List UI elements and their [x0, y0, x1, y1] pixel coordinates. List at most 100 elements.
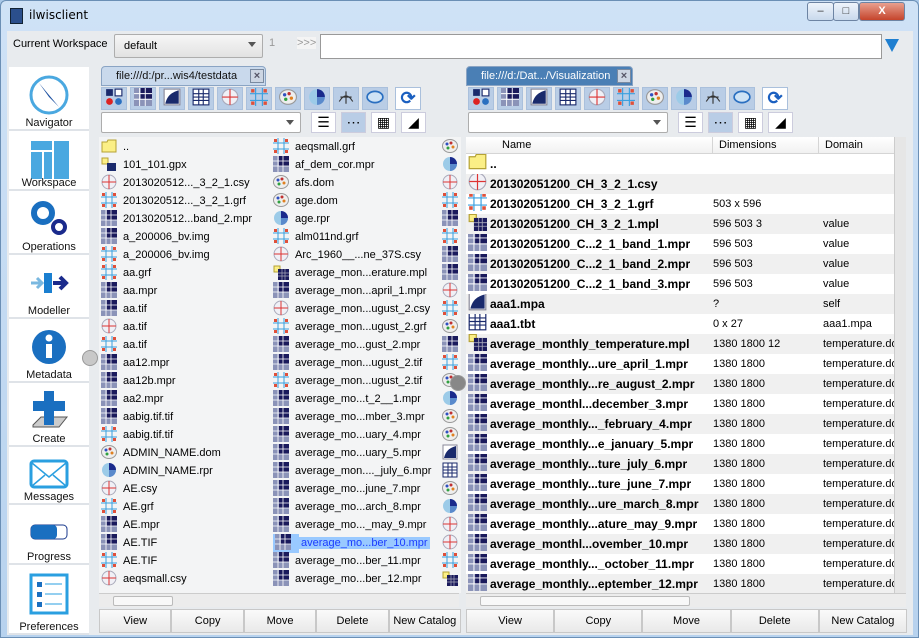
- filter-representation-button[interactable]: [304, 87, 330, 110]
- maximize-button[interactable]: □: [833, 2, 859, 21]
- filter-table-button[interactable]: [188, 87, 214, 110]
- list-item[interactable]: [442, 191, 461, 210]
- list-item[interactable]: AE.grf: [101, 497, 154, 516]
- copy-button[interactable]: Copy: [171, 609, 244, 633]
- filter-projection-button[interactable]: [700, 87, 726, 110]
- list-item[interactable]: ADMIN_NAME.dom: [101, 444, 221, 462]
- command-history-dropdown-icon[interactable]: [885, 39, 899, 52]
- move-button[interactable]: Move: [642, 609, 731, 633]
- table-row[interactable]: average_monthly...e_january_5.mpr 1380 1…: [466, 434, 894, 454]
- filter-raster-button[interactable]: [130, 87, 156, 110]
- table-row[interactable]: 201302051200_CH_3_2_1.mpl 596 503 3 valu…: [466, 214, 894, 234]
- list-item[interactable]: average_mon...._july_6.mpr: [273, 461, 431, 480]
- sidebar-item-operations[interactable]: Operations: [9, 191, 89, 255]
- sidebar-splitter-handle[interactable]: [82, 350, 98, 366]
- list-item[interactable]: aa.tif: [101, 318, 147, 336]
- catalog-filter-select[interactable]: [101, 112, 301, 133]
- list-item[interactable]: [442, 426, 461, 444]
- list-item[interactable]: AE.TIF: [101, 551, 157, 570]
- thumbnail-button[interactable]: ◢: [401, 112, 426, 133]
- thumbnail-button[interactable]: ◢: [768, 112, 793, 133]
- new-catalog-button[interactable]: New Catalog: [818, 609, 908, 633]
- list-item[interactable]: [442, 516, 461, 534]
- filter-feature-button[interactable]: [526, 87, 552, 110]
- table-row[interactable]: aaa1.tbt 0 x 27 aaa1.mpa: [466, 314, 894, 334]
- list-item[interactable]: AE.csy: [101, 480, 157, 498]
- table-row[interactable]: average_monthly_temperature.mpl 1380 180…: [466, 334, 894, 354]
- list-item[interactable]: age.rpr: [273, 210, 330, 228]
- filter-georeference-button[interactable]: [246, 87, 272, 110]
- delete-button[interactable]: Delete: [316, 609, 389, 633]
- sidebar-item-metadata[interactable]: Metadata: [9, 319, 89, 383]
- list-item[interactable]: alm011nd.grf: [273, 227, 358, 246]
- list-item[interactable]: [442, 480, 461, 498]
- list-item[interactable]: [442, 570, 461, 588]
- list-item[interactable]: average_mo...ber_10.mpr: [273, 533, 430, 553]
- list-item[interactable]: Arc_1960__...ne_37S.csy: [273, 246, 421, 264]
- table-row[interactable]: average_monthly...re_august_2.mpr 1380 1…: [466, 374, 894, 394]
- list-item[interactable]: [442, 318, 461, 336]
- catalog-filter-select[interactable]: [468, 112, 668, 133]
- sidebar-item-workspace[interactable]: Workspace: [9, 131, 89, 191]
- list-item[interactable]: AE.mpr: [101, 515, 160, 534]
- list-item[interactable]: a_200006_bv.img: [101, 227, 210, 246]
- list-item[interactable]: [442, 444, 461, 462]
- icon-view-button[interactable]: ⋯: [341, 112, 366, 133]
- filter-domain-button[interactable]: [642, 87, 668, 110]
- sidebar-item-modeller[interactable]: Modeller: [9, 255, 89, 319]
- table-row[interactable]: 201302051200_C...2_1_band_1.mpr 596 503 …: [466, 234, 894, 254]
- filter-representation-button[interactable]: [671, 87, 697, 110]
- filter-all-objects-button[interactable]: [101, 87, 127, 110]
- list-item[interactable]: [442, 299, 461, 318]
- table-row[interactable]: average_monthly...ure_march_8.mpr 1380 1…: [466, 494, 894, 514]
- list-item[interactable]: aa12.mpr: [101, 353, 169, 372]
- list-item[interactable]: average_mo...uary_5.mpr: [273, 443, 421, 462]
- table-row[interactable]: average_monthly..._october_11.mpr 1380 1…: [466, 554, 894, 574]
- list-item[interactable]: 2013020512...band_2.mpr: [101, 209, 252, 228]
- refresh-button[interactable]: ⟳: [762, 87, 788, 110]
- filter-ellipsoid-button[interactable]: [362, 87, 388, 110]
- list-item[interactable]: aabig.tif.tif: [101, 407, 173, 426]
- list-item[interactable]: [442, 282, 461, 300]
- list-item[interactable]: aa.tif: [101, 335, 147, 354]
- filter-coordinate-system-button[interactable]: [217, 87, 243, 110]
- list-item[interactable]: aa.tif: [101, 299, 147, 318]
- sidebar-item-create[interactable]: Create: [9, 383, 89, 447]
- list-item[interactable]: [442, 263, 461, 282]
- list-item[interactable]: [442, 353, 461, 372]
- catalog-tab[interactable]: file:///d:/Dat.../Visualization ×: [466, 66, 633, 86]
- list-item[interactable]: [442, 534, 461, 552]
- list-item[interactable]: average_mo...t_2__1.mpr: [273, 389, 421, 408]
- list-item[interactable]: a_200006_bv.img: [101, 245, 210, 264]
- filter-feature-button[interactable]: [159, 87, 185, 110]
- table-row[interactable]: average_monthly...ure_april_1.mpr 1380 1…: [466, 354, 894, 374]
- list-item[interactable]: [442, 551, 461, 570]
- list-item[interactable]: average_mo...mber_3.mpr: [273, 407, 425, 426]
- list-item[interactable]: aabig.tif.tif: [101, 425, 173, 444]
- list-item[interactable]: average_mo...ber_11.mpr: [273, 551, 421, 570]
- list-item[interactable]: average_mo...uary_4.mpr: [273, 425, 421, 444]
- list-view-button[interactable]: ☰: [678, 112, 703, 133]
- filter-all-objects-button[interactable]: [468, 87, 494, 110]
- list-item[interactable]: [442, 335, 461, 354]
- list-item[interactable]: [442, 174, 461, 192]
- workspace-select[interactable]: default: [114, 34, 263, 58]
- list-item[interactable]: [442, 156, 461, 174]
- table-row[interactable]: average_monthl...december_3.mpr 1380 180…: [466, 394, 894, 414]
- list-item[interactable]: aeqsmall.csy: [101, 570, 187, 588]
- list-item[interactable]: [442, 209, 461, 228]
- list-item[interactable]: 2013020512..._3_2_1.grf: [101, 191, 246, 210]
- delete-button[interactable]: Delete: [730, 609, 819, 633]
- list-item[interactable]: aa.grf: [101, 263, 151, 282]
- list-item[interactable]: 101_101.gpx: [101, 156, 187, 174]
- column-header-domain[interactable]: Domain: [819, 137, 894, 154]
- small-icons-button[interactable]: ▦: [371, 112, 396, 133]
- list-item[interactable]: [442, 390, 461, 408]
- filter-georeference-button[interactable]: [613, 87, 639, 110]
- filter-ellipsoid-button[interactable]: [729, 87, 755, 110]
- list-item[interactable]: age.dom: [273, 192, 338, 210]
- close-button[interactable]: X: [859, 2, 905, 21]
- horizontal-scrollbar[interactable]: [466, 593, 906, 607]
- list-item[interactable]: aeqsmall.grf: [273, 137, 355, 156]
- list-item[interactable]: average_mon...ugust_2.csy: [273, 300, 430, 318]
